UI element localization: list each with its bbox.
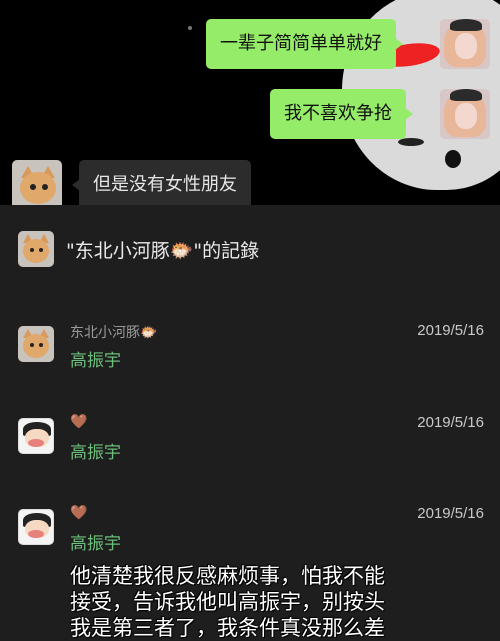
wallpaper-decoration bbox=[398, 138, 424, 146]
message-date: 2019/5/16 bbox=[417, 322, 484, 339]
record-title: "东北小河豚🐡"的記錄 bbox=[66, 239, 260, 262]
subtitle-line: 接受，告诉我他叫高振宇，别按头 bbox=[70, 590, 385, 614]
chat-bubble-sent[interactable]: 我不喜欢争抢 bbox=[270, 89, 413, 139]
sender-name: 东北小河豚🐡 bbox=[70, 325, 158, 341]
subtitle-line: 我是第三者了，我条件真没那么差 bbox=[70, 616, 385, 640]
message-date: 2019/5/16 bbox=[417, 414, 484, 431]
cat-avatar-icon bbox=[18, 326, 54, 362]
chat-bubble-received[interactable]: 但是没有女性朋友 bbox=[72, 160, 251, 205]
subtitle-line: 他清楚我很反感麻烦事，怕我不能 bbox=[70, 564, 385, 588]
contact-avatar[interactable] bbox=[12, 160, 62, 205]
record-entry[interactable]: 🤎 2019/5/16 高振宇 bbox=[18, 414, 488, 484]
message-content[interactable]: 高振宇 bbox=[70, 438, 121, 463]
message-content[interactable]: 高振宇 bbox=[70, 529, 121, 554]
chat-area: 一辈子简简单单就好 我不喜欢争抢 但是没有女性朋友 bbox=[0, 0, 500, 205]
user-avatar[interactable] bbox=[440, 89, 490, 139]
message-content[interactable]: 高振宇 bbox=[70, 346, 121, 371]
user-avatar[interactable] bbox=[440, 19, 490, 69]
video-subtitle: 他清楚我很反感麻烦事，怕我不能 接受，告诉我他叫高振宇，别按头 我是第三者了，我… bbox=[70, 563, 470, 641]
wallpaper-speck bbox=[188, 26, 192, 30]
sender-name: 🤎 bbox=[70, 414, 88, 430]
sender-name: 🤎 bbox=[70, 505, 88, 521]
message-date: 2019/5/16 bbox=[417, 505, 484, 522]
cartoon-kid-avatar-icon bbox=[18, 509, 54, 545]
record-entry[interactable]: 东北小河豚🐡 2019/5/16 高振宇 bbox=[18, 322, 488, 392]
cartoon-kid-avatar-icon bbox=[18, 418, 54, 454]
wallpaper-decoration bbox=[445, 150, 461, 168]
record-header: "东北小河豚🐡"的記錄 bbox=[18, 231, 259, 267]
chat-bubble-sent[interactable]: 一辈子简简单单就好 bbox=[206, 19, 403, 69]
cat-avatar-icon bbox=[18, 231, 54, 267]
